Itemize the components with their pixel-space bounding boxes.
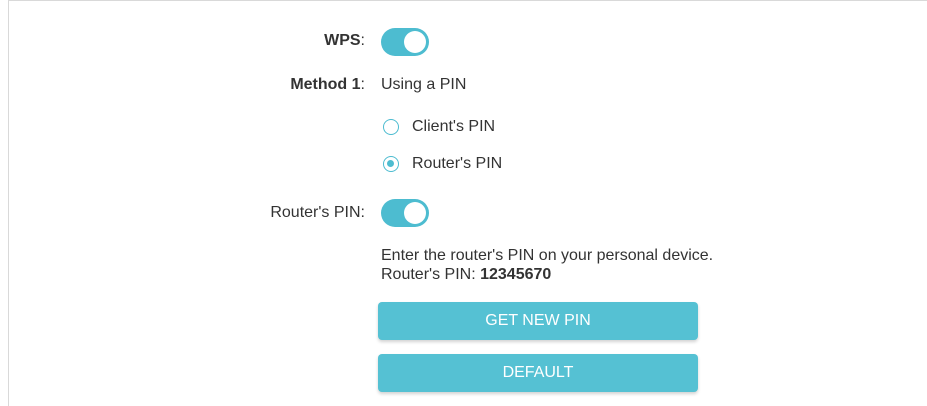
radio-option-routers-pin[interactable]: Router's PIN (383, 155, 502, 173)
router-pin-value: 12345670 (480, 266, 552, 283)
default-button[interactable]: DEFAULT (378, 354, 698, 392)
router-pin-display-label: Router's PIN: (381, 266, 481, 283)
method1-value: Using a PIN (381, 76, 467, 93)
wps-toggle[interactable] (381, 28, 429, 56)
radio-label-routers-pin: Router's PIN (412, 155, 503, 172)
router-pin-instruction: Enter the router's PIN on your personal … (381, 247, 714, 264)
router-pin-label: Router's PIN: (270, 204, 365, 221)
router-pin-display: Router's PIN: 12345670 (381, 266, 551, 284)
radio-button-routers-pin[interactable] (383, 156, 399, 172)
wps-settings-panel (8, 0, 927, 406)
router-pin-toggle[interactable] (381, 199, 429, 227)
method1-label: Method 1: (290, 76, 365, 93)
wps-toggle-knob (404, 31, 426, 53)
radio-button-clients-pin[interactable] (383, 119, 399, 135)
get-new-pin-button[interactable]: GET NEW PIN (378, 302, 698, 340)
radio-option-clients-pin[interactable]: Client's PIN (383, 118, 495, 136)
wps-label: WPS: (324, 32, 365, 49)
radio-label-clients-pin: Client's PIN (412, 118, 496, 135)
router-pin-toggle-knob (404, 202, 426, 224)
